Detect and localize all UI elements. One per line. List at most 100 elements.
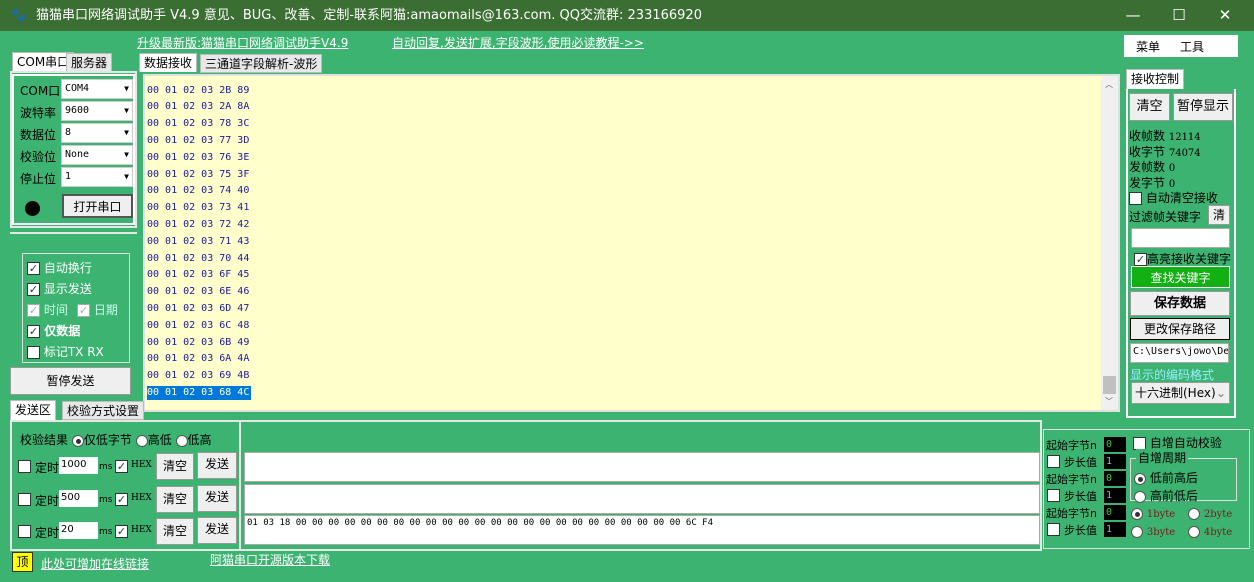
pause-display-button[interactable]: 暂停显示 bbox=[1173, 93, 1233, 121]
receive-data-area[interactable]: 00 01 02 03 2C 88 00 01 02 03 2B 89 00 01 … bbox=[143, 74, 1120, 412]
radio-icon[interactable] bbox=[1134, 472, 1146, 485]
radio-low-byte[interactable] bbox=[71, 434, 84, 447]
clear-send-button[interactable]: 清空 bbox=[156, 518, 194, 545]
radio-icon[interactable] bbox=[1188, 507, 1200, 520]
radio-high-first[interactable]: 高前低后 bbox=[1134, 487, 1198, 504]
receive-line: 00 01 02 03 6B 49 bbox=[147, 336, 250, 348]
radio-3byte[interactable]: 3byte bbox=[1131, 524, 1175, 538]
highlight-keyword-checkbox[interactable]: ✓ 高亮接收关键字 bbox=[1134, 250, 1231, 267]
timer-checkbox[interactable] bbox=[18, 493, 31, 506]
filter-clear-button[interactable]: 清 bbox=[1208, 205, 1230, 225]
download-link[interactable]: 阿猫串口开源版本下载 bbox=[210, 551, 330, 568]
pause-send-button[interactable]: 暂停发送 bbox=[10, 367, 131, 395]
step-input[interactable]: 1 bbox=[1104, 488, 1126, 503]
scrollbar-thumb[interactable] bbox=[1103, 376, 1116, 394]
send-button[interactable]: 发送 bbox=[197, 517, 237, 544]
encoding-select[interactable]: 十六进制(Hex) ⌄ bbox=[1131, 382, 1230, 404]
radio-2byte[interactable]: 2byte bbox=[1188, 506, 1232, 520]
step-checkbox[interactable] bbox=[1047, 455, 1060, 468]
receive-line: 00 01 02 03 75 3F bbox=[147, 168, 250, 180]
radio-low-high[interactable] bbox=[175, 434, 188, 447]
menu-item-tools[interactable]: 工具 bbox=[1180, 38, 1204, 55]
radio-low-first[interactable]: 低前高后 bbox=[1134, 469, 1198, 486]
find-keyword-button[interactable]: 查找关键字 bbox=[1131, 266, 1230, 288]
radio-icon[interactable] bbox=[1131, 525, 1143, 538]
option-show-send[interactable]: ✓ 显示发送 bbox=[27, 280, 92, 297]
maximize-button[interactable]: ☐ bbox=[1156, 0, 1202, 31]
checkbox-icon[interactable]: ✓ bbox=[27, 325, 40, 338]
step-checkbox[interactable] bbox=[1047, 523, 1060, 536]
serial-select[interactable]: COM4 ▼ bbox=[61, 79, 133, 99]
radio-icon[interactable] bbox=[1131, 507, 1143, 520]
minimize-button[interactable]: — bbox=[1110, 0, 1156, 31]
save-path-field[interactable]: C:\Users\jowo\De bbox=[1130, 343, 1229, 363]
checkbox-icon[interactable] bbox=[1129, 192, 1142, 205]
change-save-path-button[interactable]: 更改保存路径 bbox=[1130, 318, 1230, 340]
dropdown-arrow-icon: ▼ bbox=[124, 106, 129, 115]
tab-receive-control[interactable]: 接收控制 bbox=[1126, 69, 1185, 89]
radio-high-low[interactable] bbox=[135, 434, 148, 447]
radio-1byte[interactable]: 1byte bbox=[1131, 506, 1175, 520]
hex-checkbox[interactable]: ✓ bbox=[115, 493, 128, 506]
tutorial-link[interactable]: 自动回复,发送扩展,字段波形,使用必读教程->> bbox=[392, 34, 644, 51]
checkbox-icon[interactable] bbox=[27, 346, 40, 359]
step-input[interactable]: 1 bbox=[1104, 454, 1126, 469]
timer-checkbox[interactable] bbox=[18, 525, 31, 538]
receive-line: 00 01 02 03 69 4B bbox=[147, 370, 250, 382]
close-button[interactable]: ✕ bbox=[1202, 0, 1248, 31]
scroll-up-icon[interactable]: ︿ bbox=[1105, 79, 1113, 90]
option-time[interactable]: ✓ 时间 bbox=[27, 301, 68, 318]
start-byte-input[interactable]: 0 bbox=[1104, 471, 1126, 486]
save-data-button[interactable]: 保存数据 bbox=[1130, 291, 1230, 316]
checkbox-icon[interactable]: ✓ bbox=[27, 262, 40, 275]
serial-select[interactable]: None ▼ bbox=[61, 145, 133, 165]
open-port-button[interactable]: 打开串口 bbox=[62, 194, 133, 218]
top-button[interactable]: 顶 bbox=[12, 552, 33, 572]
timer-interval-input[interactable]: 20 bbox=[59, 522, 98, 539]
radio-icon[interactable] bbox=[1134, 490, 1146, 503]
serial-select[interactable]: 8 ▼ bbox=[61, 123, 133, 143]
option-data-only[interactable]: ✓ 仅数据 bbox=[27, 322, 80, 339]
hex-checkbox[interactable]: ✓ bbox=[115, 460, 128, 473]
checkbox-icon[interactable]: ✓ bbox=[27, 283, 40, 296]
tab-three-channel-waveform[interactable]: 三通道字段解析-波形 bbox=[200, 54, 323, 73]
tab-send-area[interactable]: 发送区 bbox=[10, 400, 57, 420]
step-input[interactable]: 1 bbox=[1104, 522, 1126, 537]
receive-line: 00 01 02 03 6E 46 bbox=[147, 286, 250, 298]
tab-com-serial[interactable]: COM串口 bbox=[12, 52, 75, 71]
checkbox-icon[interactable]: ✓ bbox=[77, 304, 90, 317]
checkbox-icon[interactable]: ✓ bbox=[27, 304, 40, 317]
online-link[interactable]: 此处可增加在线链接 bbox=[41, 555, 149, 572]
timer-interval-input[interactable]: 1000 bbox=[59, 457, 98, 474]
receive-line: 00 01 02 03 2B 89 bbox=[147, 84, 250, 96]
clear-send-button[interactable]: 清空 bbox=[156, 486, 194, 513]
option-mark-txrx[interactable]: 标记TX RX bbox=[27, 343, 104, 360]
send-button[interactable]: 发送 bbox=[197, 452, 237, 479]
serial-select[interactable]: 1 ▼ bbox=[61, 167, 133, 187]
clear-send-button[interactable]: 清空 bbox=[156, 453, 194, 480]
start-byte-input[interactable]: 0 bbox=[1104, 505, 1126, 520]
tab-checksum-settings[interactable]: 校验方式设置 bbox=[62, 401, 145, 420]
filter-keyword-input[interactable] bbox=[1131, 228, 1230, 248]
receive-scrollbar[interactable]: ︿ ﹀ bbox=[1101, 76, 1118, 410]
timer-interval-input[interactable]: 500 bbox=[59, 490, 98, 507]
serial-select[interactable]: 9600 ▼ bbox=[61, 101, 133, 121]
radio-4byte[interactable]: 4byte bbox=[1188, 524, 1232, 538]
tab-server[interactable]: 服务器 bbox=[66, 53, 113, 72]
send-button[interactable]: 发送 bbox=[197, 485, 237, 512]
hex-checkbox[interactable]: ✓ bbox=[115, 525, 128, 538]
clear-receive-button[interactable]: 清空 bbox=[1129, 93, 1170, 121]
tab-data-receive[interactable]: 数据接收 bbox=[139, 53, 198, 72]
menu-item-menu[interactable]: 菜单 bbox=[1136, 38, 1160, 55]
step-checkbox[interactable] bbox=[1047, 489, 1060, 502]
radio-icon[interactable] bbox=[1188, 525, 1200, 538]
scroll-down-icon[interactable]: ﹀ bbox=[1105, 396, 1113, 407]
start-byte-input[interactable]: 0 bbox=[1104, 437, 1126, 452]
auto-clear-checkbox[interactable]: 自动清空接收 bbox=[1129, 189, 1218, 206]
option-label: 标记TX RX bbox=[43, 345, 104, 359]
option-auto-wrap[interactable]: ✓ 自动换行 bbox=[27, 259, 92, 276]
option-date[interactable]: ✓ 日期 bbox=[77, 301, 118, 318]
timer-checkbox[interactable] bbox=[18, 460, 31, 473]
checkbox-icon[interactable]: ✓ bbox=[1134, 253, 1147, 266]
upgrade-link[interactable]: 升级最新版:猫猫串口网络调试助手V4.9 bbox=[137, 34, 348, 51]
